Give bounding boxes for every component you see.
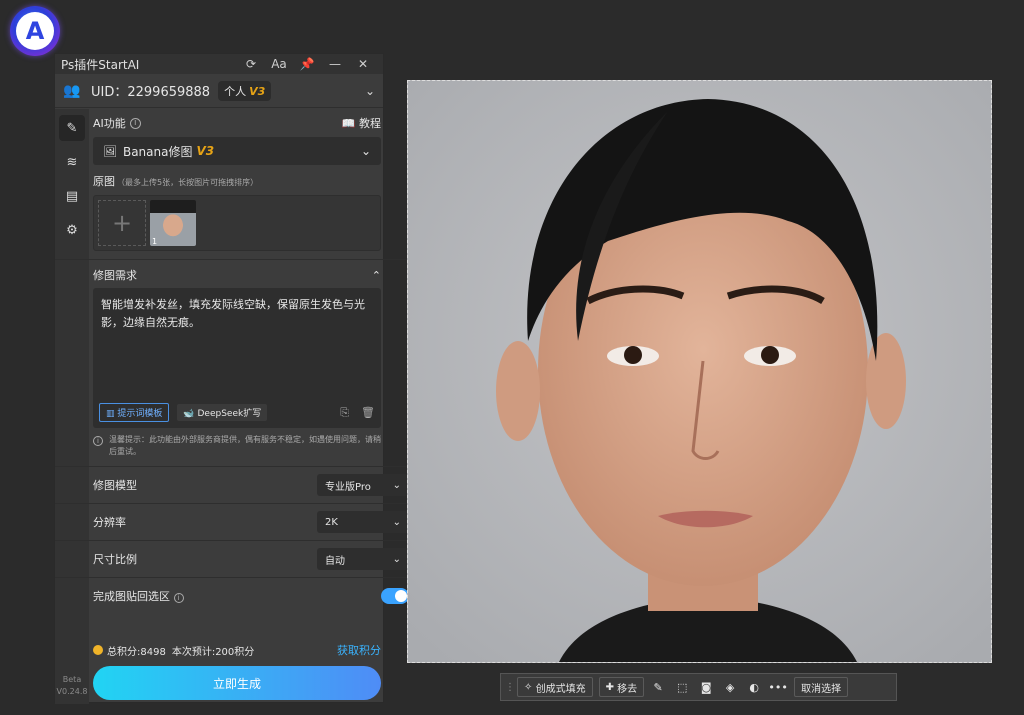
panel-title: Ps插件StartAI bbox=[61, 57, 140, 72]
plan-badge: 个人 V3 bbox=[218, 80, 272, 101]
grip-handle[interactable]: ⋮ bbox=[505, 682, 515, 693]
account-row[interactable]: 👥 UID：2299659888 个人 V3 ⌄ bbox=[55, 74, 383, 108]
model-row: 修图模型 专业版Pro ⌄ bbox=[55, 466, 419, 503]
points-row: 总积分:8498 本次预计:200积分 获取积分 bbox=[93, 642, 381, 658]
panel-titlebar: Ps插件StartAI ⟳ Aa 📌 — ✕ bbox=[55, 54, 383, 74]
version-label: Beta V0.24.8 bbox=[56, 675, 88, 696]
sparkle-icon: ✧ bbox=[524, 681, 533, 693]
more-icon[interactable]: ••• bbox=[768, 681, 788, 694]
transform-icon[interactable]: ⬚ bbox=[672, 681, 692, 694]
estimate-points: 本次预计:200积分 bbox=[171, 646, 255, 658]
plan-version: V3 bbox=[249, 84, 266, 98]
cancel-selection-button[interactable]: 取消选择 bbox=[794, 677, 849, 697]
generate-button[interactable]: 立即生成 bbox=[93, 666, 381, 700]
upload-area: + 1 bbox=[93, 195, 381, 251]
history-icon[interactable]: ⎘ bbox=[340, 406, 349, 420]
get-points-link[interactable]: 获取积分 bbox=[337, 642, 381, 658]
ratio-row: 尺寸比例 自动 ⌄ bbox=[55, 540, 419, 577]
generative-fill-button[interactable]: ✧ 创成式填充 bbox=[517, 677, 593, 697]
paste-back-toggle[interactable] bbox=[381, 588, 409, 604]
prompt-template-button[interactable]: ▥ 提示词模板 bbox=[99, 403, 170, 422]
model-select[interactable]: 专业版Pro ⌄ bbox=[317, 474, 409, 496]
canvas-image[interactable] bbox=[407, 80, 992, 663]
chevron-down-icon: ⌄ bbox=[392, 516, 401, 528]
total-points: 总积分:8498 bbox=[107, 646, 166, 658]
bandage-icon: ✚ bbox=[605, 681, 614, 693]
clipboard-icon[interactable]: ▤ bbox=[59, 183, 85, 209]
ratio-select[interactable]: 自动 ⌄ bbox=[317, 548, 409, 570]
chevron-down-icon: ⌄ bbox=[360, 144, 371, 158]
brush-icon[interactable]: ✎ bbox=[648, 681, 668, 694]
portrait-photo bbox=[408, 81, 991, 662]
pin-icon[interactable]: 📌 bbox=[293, 57, 321, 71]
logo-letter: A bbox=[25, 17, 45, 45]
font-size-icon[interactable]: Aa bbox=[265, 57, 293, 71]
resolution-row: 分辨率 2K ⌄ bbox=[55, 503, 419, 540]
coin-icon bbox=[93, 645, 103, 655]
ai-function-select[interactable]: 🖼 Banana修图 V3 ⌄ bbox=[93, 137, 381, 165]
mask-icon[interactable]: ◙ bbox=[696, 681, 716, 694]
notice: i 温馨提示：此功能由外部服务商提供，偶有服务不稳定，如遇使用问题，请稍后重试。 bbox=[93, 434, 381, 458]
users-icon: 👥 bbox=[63, 82, 81, 99]
original-hint: （最多上传5张，长按图片可拖拽排序） bbox=[117, 178, 259, 187]
original-label: 原图 bbox=[93, 175, 115, 188]
refresh-icon[interactable]: ⟳ bbox=[237, 57, 265, 71]
minimize-icon[interactable]: — bbox=[321, 57, 349, 71]
uid-text: UID：2299659888 bbox=[91, 85, 211, 100]
info-icon: i bbox=[93, 436, 103, 446]
tutorial-link[interactable]: 📖 教程 bbox=[342, 115, 381, 131]
chevron-up-icon[interactable]: ⌃ bbox=[372, 269, 381, 282]
plugin-panel: Ps插件StartAI ⟳ Aa 📌 — ✕ 👥 UID：2299659888 … bbox=[54, 53, 419, 704]
chevron-down-icon[interactable]: ⌄ bbox=[365, 84, 375, 98]
app-logo[interactable]: A bbox=[10, 6, 60, 56]
resolution-select[interactable]: 2K ⌄ bbox=[317, 511, 409, 533]
trash-icon[interactable]: 🗑 bbox=[361, 406, 375, 419]
requirement-textarea[interactable]: 智能增发补发丝，填充发际线空缺，保留原生发色与光影，边缘自然无痕。 ▥ 提示词模… bbox=[93, 288, 381, 428]
add-image-button[interactable]: + bbox=[98, 200, 146, 246]
paste-back-row: 完成图贴回选区 i bbox=[55, 577, 419, 614]
remove-button[interactable]: ✚ 移去 bbox=[598, 677, 645, 697]
info-icon[interactable]: i bbox=[129, 117, 141, 129]
image-thumbnail[interactable]: 1 bbox=[150, 200, 196, 246]
settings-icon[interactable]: ⚙ bbox=[59, 217, 85, 243]
adjustment-icon[interactable]: ◐ bbox=[744, 681, 764, 694]
side-rail: ✎ ≋ ▤ ⚙ Beta V0.24.8 bbox=[55, 109, 89, 704]
close-icon[interactable]: ✕ bbox=[349, 57, 377, 71]
panel-content: AI功能 i 📖 教程 🖼 Banana修图 V3 ⌄ 原图 （最多上传5张，长按… bbox=[55, 109, 419, 700]
info-icon: i bbox=[173, 593, 184, 603]
requirement-label: 修图需求 bbox=[93, 269, 137, 282]
image-icon: 🖼 bbox=[103, 144, 117, 158]
ai-function-label: AI功能 bbox=[93, 117, 126, 130]
edit-icon[interactable]: ✎ bbox=[59, 115, 85, 141]
book-icon: 📖 bbox=[341, 117, 356, 130]
deepseek-button[interactable]: 🐋 DeepSeek扩写 bbox=[177, 404, 268, 421]
fill-bucket-icon[interactable]: ◈ bbox=[720, 681, 740, 694]
deepseek-icon: 🐋 bbox=[183, 409, 195, 419]
contextual-taskbar: ⋮ ✧ 创成式填充 ✚ 移去 ✎ ⬚ ◙ ◈ ◐ ••• 取消选择 bbox=[500, 673, 897, 701]
chevron-down-icon: ⌄ bbox=[392, 479, 401, 491]
chevron-down-icon: ⌄ bbox=[392, 553, 401, 565]
layers-icon[interactable]: ≋ bbox=[59, 149, 85, 175]
